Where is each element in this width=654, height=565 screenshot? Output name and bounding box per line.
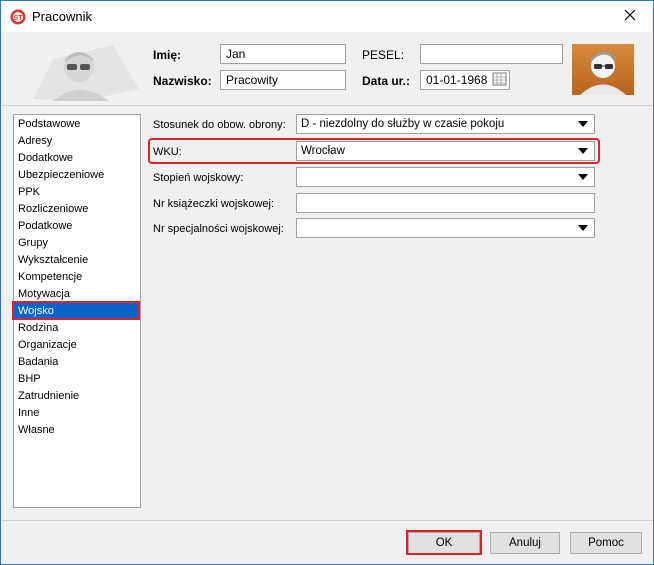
- wku-select[interactable]: Wrocław: [296, 141, 595, 161]
- section-item[interactable]: Rozliczeniowe: [14, 201, 140, 218]
- ok-button[interactable]: OK: [408, 532, 480, 554]
- section-item[interactable]: Ubezpieczeniowe: [14, 167, 140, 184]
- section-item[interactable]: Własne: [14, 422, 140, 439]
- dropdown-arrow-icon: [578, 174, 588, 180]
- section-item[interactable]: Badania: [14, 354, 140, 371]
- header-divider: [2, 105, 652, 106]
- dropdown-arrow-icon: [578, 225, 588, 231]
- defense-duty-value: D - niezdolny do służby w czasie pokoju: [301, 118, 505, 130]
- military-specialty-label: Nr specjalności wojskowej:: [153, 223, 284, 235]
- last-name-label: Nazwisko:: [153, 74, 212, 88]
- section-item[interactable]: BHP: [14, 371, 140, 388]
- title-bar: ST Pracownik: [1, 1, 653, 32]
- section-item[interactable]: Podstawowe: [14, 116, 140, 133]
- first-name-label: Imię:: [153, 48, 182, 62]
- section-item[interactable]: PPK: [14, 184, 140, 201]
- close-button[interactable]: [607, 1, 653, 32]
- section-item[interactable]: Grupy: [14, 235, 140, 252]
- first-name-field[interactable]: Jan: [220, 44, 346, 64]
- app-logo-icon: ST: [10, 9, 26, 25]
- section-item[interactable]: Podatkowe: [14, 218, 140, 235]
- help-button[interactable]: Pomoc: [570, 532, 642, 554]
- footer-divider: [2, 520, 652, 521]
- section-item-selected[interactable]: Wojsko: [14, 303, 140, 320]
- wku-label: WKU:: [153, 146, 182, 158]
- section-item[interactable]: Inne: [14, 405, 140, 422]
- employee-photo[interactable]: [572, 44, 634, 95]
- pesel-label: PESEL:: [362, 48, 405, 62]
- section-item[interactable]: Rodzina: [14, 320, 140, 337]
- last-name-field[interactable]: Pracowity: [220, 70, 346, 90]
- military-rank-label: Stopień wojskowy:: [153, 172, 244, 184]
- watermark-person-icon: [13, 39, 143, 101]
- defense-duty-label: Stosunek do obow. obrony:: [153, 119, 286, 131]
- section-item[interactable]: Motywacja: [14, 286, 140, 303]
- wku-value: Wrocław: [301, 145, 345, 157]
- dropdown-arrow-icon: [578, 121, 588, 127]
- military-booklet-label: Nr książeczki wojskowej:: [153, 198, 275, 210]
- pesel-field[interactable]: [420, 44, 563, 64]
- cancel-button[interactable]: Anuluj: [490, 532, 560, 554]
- military-booklet-field[interactable]: [296, 193, 595, 213]
- section-item[interactable]: Kompetencje: [14, 269, 140, 286]
- defense-duty-select[interactable]: D - niezdolny do służby w czasie pokoju: [296, 114, 595, 134]
- military-specialty-select[interactable]: [296, 218, 595, 238]
- close-icon: [624, 9, 636, 24]
- birth-date-label: Data ur.:: [362, 74, 411, 88]
- section-item[interactable]: Dodatkowe: [14, 150, 140, 167]
- section-item[interactable]: Organizacje: [14, 337, 140, 354]
- military-rank-select[interactable]: [296, 167, 595, 187]
- dropdown-arrow-icon: [578, 148, 588, 154]
- window-title: Pracownik: [32, 9, 92, 24]
- svg-text:ST: ST: [14, 15, 24, 22]
- section-list[interactable]: Podstawowe Adresy Dodatkowe Ubezpieczeni…: [13, 114, 141, 508]
- employee-dialog: ST Pracownik Imię: Jan Nazwisko: Pracowi…: [0, 0, 654, 565]
- section-item[interactable]: Wykształcenie: [14, 252, 140, 269]
- calendar-icon[interactable]: [491, 70, 508, 88]
- section-item[interactable]: Zatrudnienie: [14, 388, 140, 405]
- section-item[interactable]: Adresy: [14, 133, 140, 150]
